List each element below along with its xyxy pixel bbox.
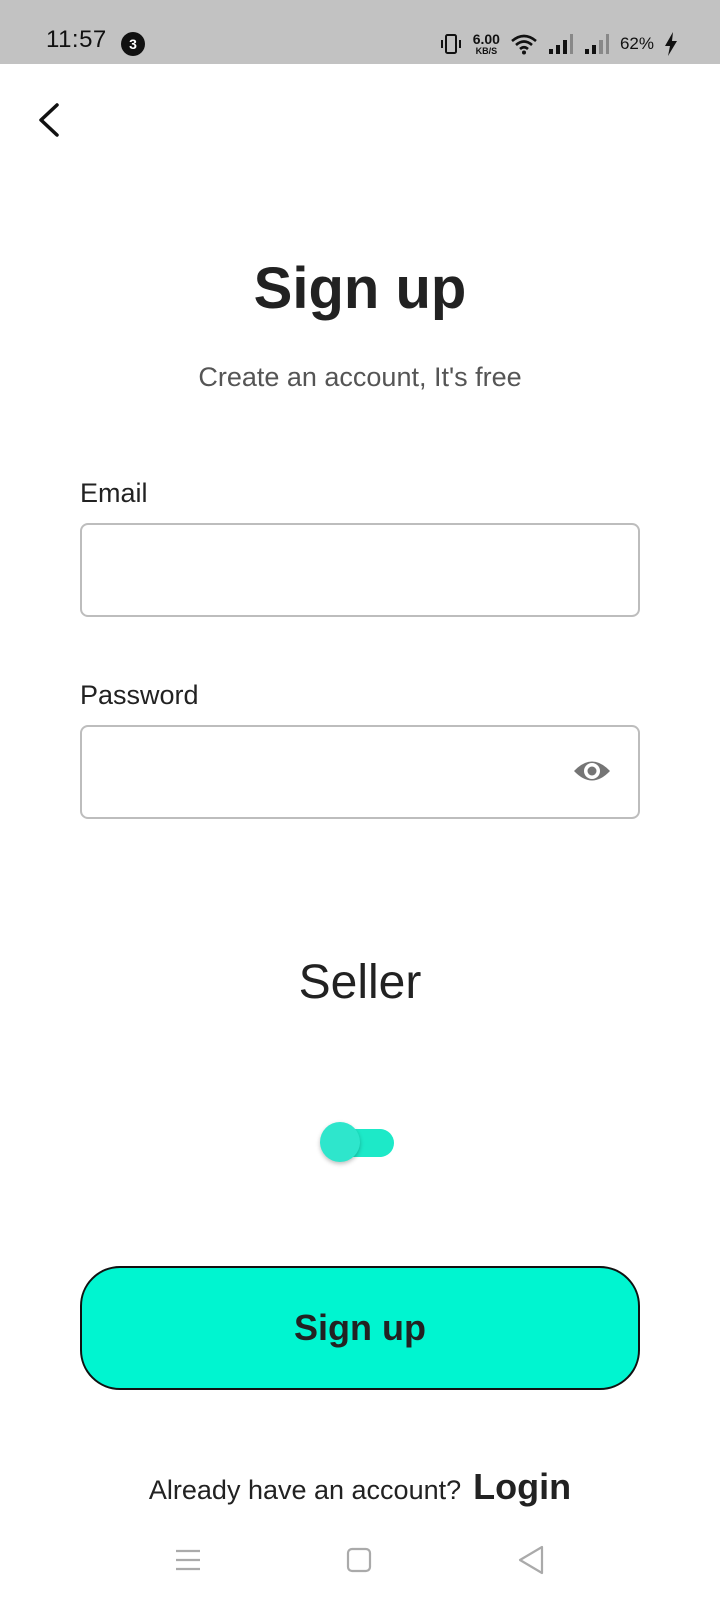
status-icons: 6.00 KB/S 62% xyxy=(439,28,678,60)
nav-back-button[interactable] xyxy=(506,1540,556,1580)
network-speed-unit: KB/S xyxy=(475,46,498,56)
page-title: Sign up xyxy=(253,256,467,321)
signal-icon-sim1 xyxy=(548,34,573,54)
back-triangle-icon xyxy=(518,1545,544,1575)
status-bar: 11:57 3 6.00 KB/S 62% xyxy=(0,0,720,64)
eye-icon[interactable] xyxy=(572,756,612,786)
arrow-back-icon xyxy=(39,103,59,137)
battery-level: 62% xyxy=(619,34,654,53)
page-subtitle: Create an account, It's free xyxy=(198,362,522,392)
email-label: Email xyxy=(80,478,148,508)
home-icon xyxy=(346,1547,372,1573)
password-label: Password xyxy=(80,680,199,710)
nav-menu-button[interactable] xyxy=(163,1540,213,1580)
back-button[interactable] xyxy=(28,96,68,144)
notification-badge: 3 xyxy=(121,32,145,56)
login-prompt: Already have an account? xyxy=(148,1475,462,1505)
charging-icon xyxy=(665,32,677,56)
network-speed-value: 6.00 xyxy=(472,31,500,47)
network-speed: 6.00 KB/S xyxy=(473,32,500,56)
seller-label: Seller xyxy=(298,956,422,1009)
navigation-bar xyxy=(0,1530,720,1600)
status-time: 11:57 xyxy=(46,26,107,53)
nav-home-button[interactable] xyxy=(334,1540,384,1580)
toggle-thumb xyxy=(320,1122,360,1162)
menu-icon xyxy=(176,1549,200,1571)
wifi-icon xyxy=(511,34,537,55)
signal-icon-sim2 xyxy=(584,34,609,54)
vibrate-icon xyxy=(440,34,461,54)
password-field[interactable] xyxy=(80,725,640,819)
login-row: Already have an account? Login xyxy=(0,1466,720,1508)
email-field[interactable] xyxy=(80,523,640,617)
login-link[interactable]: Login xyxy=(473,1466,571,1508)
seller-toggle[interactable] xyxy=(320,1120,396,1166)
signup-button[interactable]: Sign up xyxy=(80,1266,640,1390)
